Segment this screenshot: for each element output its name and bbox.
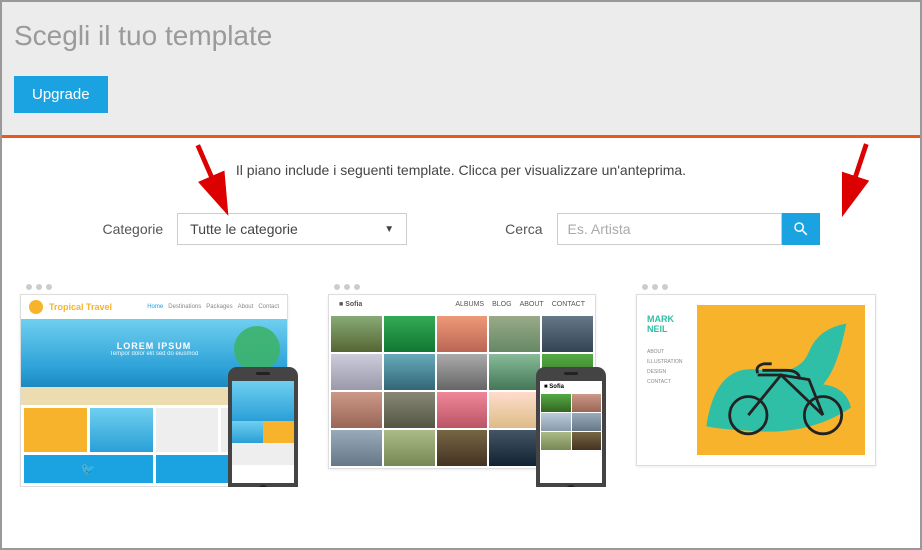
phone-mockup: ■ Sofia [536, 367, 606, 487]
page-title: Scegli il tuo template [14, 20, 908, 52]
chevron-down-icon: ▼ [384, 224, 394, 235]
categories-select[interactable]: Tutte le categorie ▼ [177, 213, 407, 245]
page-header: Scegli il tuo template Upgrade [2, 2, 920, 138]
logo-icon [29, 300, 43, 314]
search-input[interactable] [557, 213, 782, 245]
phone-mockup [228, 367, 298, 487]
upgrade-button[interactable]: Upgrade [14, 76, 108, 113]
template-brand: Tropical Travel [49, 302, 112, 312]
template-gallery: Tropical Travel HomeDestinationsPackages… [14, 280, 908, 487]
browser-dots-icon [328, 280, 596, 294]
template-nav: HomeDestinationsPackagesAboutContact [147, 304, 279, 310]
twitter-icon: 🐦 [24, 455, 153, 483]
hero-subtitle: Tempor dolor elit sed do eiusmod [21, 351, 287, 357]
search-button[interactable] [782, 213, 820, 245]
template-card[interactable]: ■ Sofia ALBUMS BLOG ABOUT CONTACT ■ Sofi… [328, 280, 596, 487]
subtitle: Il piano include i seguenti template. Cl… [14, 162, 908, 178]
illustration [697, 305, 865, 455]
content-area: Il piano include i seguenti template. Cl… [2, 138, 920, 497]
hero-title: LOREM IPSUM [21, 341, 287, 351]
categories-label: Categorie [102, 221, 163, 237]
browser-dots-icon [636, 280, 876, 294]
template-brand: Sofia [345, 301, 362, 308]
search-icon [792, 220, 810, 238]
template-card[interactable]: MARK NEIL ABOUT ILLUSTRATION DESIGN CONT… [636, 280, 876, 487]
search-label: Cerca [505, 221, 542, 237]
filter-controls: Categorie Tutte le categorie ▼ Cerca [14, 213, 908, 245]
browser-dots-icon [20, 280, 288, 294]
template-card[interactable]: Tropical Travel HomeDestinationsPackages… [20, 280, 288, 487]
categories-selected-value: Tutte le categorie [190, 221, 298, 237]
